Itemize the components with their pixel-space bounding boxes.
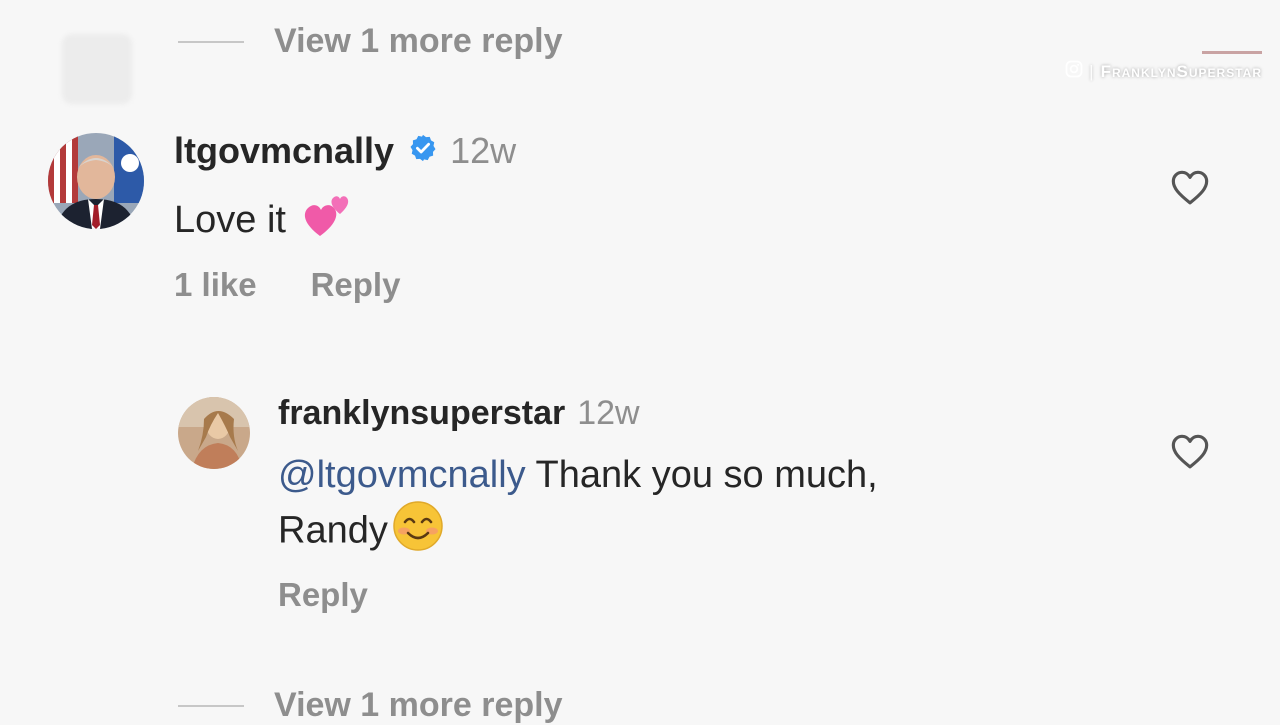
watermark-accent-bar [1202,51,1262,54]
divider-line [178,40,244,43]
view-more-label: View 1 more reply [274,686,563,724]
reply-body: @ltgovmcnally Thank you so much, Randy [278,450,1038,565]
avatar-ltgovmcnally[interactable] [48,133,144,229]
watermark-separator: | [1089,61,1095,81]
instagram-icon [1065,60,1083,83]
view-more-replies-top[interactable]: View 1 more reply [178,22,563,61]
comment-timestamp: 12w [450,130,517,171]
divider-line [178,704,244,707]
two-hearts-emoji-icon [300,190,354,250]
view-more-replies-bottom[interactable]: View 1 more reply [178,686,563,725]
reply-reply-button[interactable]: Reply [278,576,368,614]
faded-logo [62,34,132,104]
reply-timestamp: 12w [577,394,640,432]
comment-reply-button[interactable]: Reply [311,266,401,304]
reply-username[interactable]: franklynsuperstar [278,394,565,433]
like-heart-icon[interactable] [1170,168,1210,211]
watermark: | FranklynSuperstar [1065,51,1262,83]
smiling-face-emoji-icon [392,500,444,565]
view-more-label: View 1 more reply [274,22,563,60]
like-heart-icon[interactable] [1170,432,1210,475]
verified-badge-icon [408,130,438,172]
reply-text-line2: Randy [278,509,388,552]
watermark-handle: FranklynSuperstar [1100,61,1262,81]
avatar-franklynsuperstar[interactable] [178,397,250,469]
reply-mention-link[interactable]: @ltgovmcnally [278,454,526,496]
comment-header: ltgovmcnally 12w [174,130,516,172]
comment-meta: 1 like Reply [174,266,400,304]
reply-header: franklynsuperstar 12w [278,394,640,433]
comment-username[interactable]: ltgovmcnally [174,130,394,172]
comment-body: Love it [174,190,354,250]
comment-likes-count[interactable]: 1 like [174,266,257,304]
reply-text-line1: Thank you so much, [525,454,878,496]
comment-text: Love it [174,198,286,241]
reply-meta: Reply [278,576,368,614]
